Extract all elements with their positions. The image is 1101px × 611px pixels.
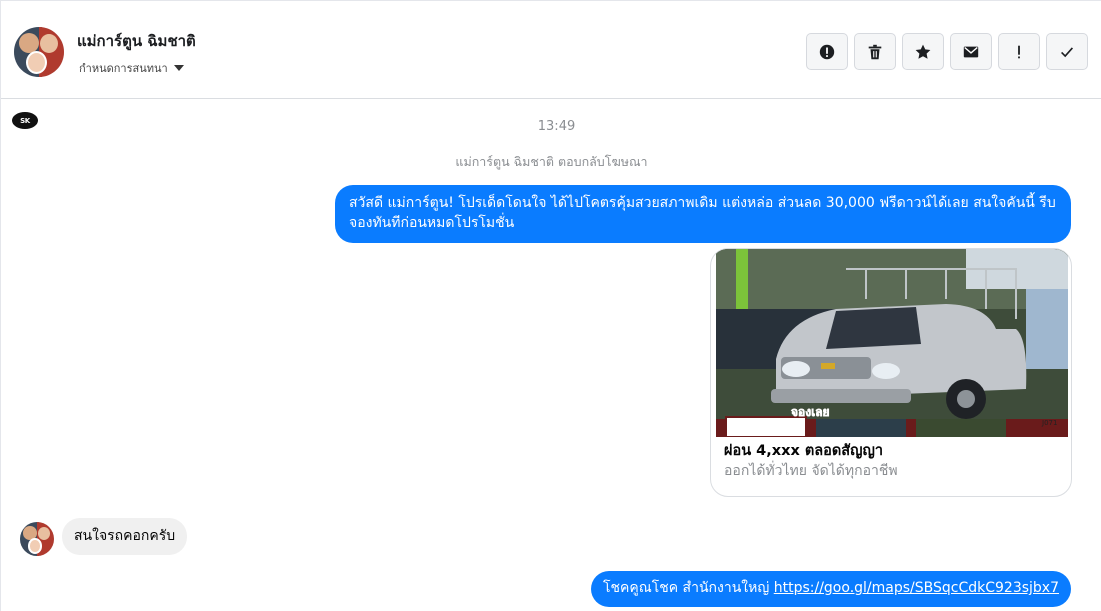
incoming-message[interactable]: สนใจรถคอกครับ [62, 518, 188, 555]
caret-down-icon [173, 65, 184, 71]
ad-card-subtitle: ออกได้ทั่วไทย จัดได้ทุกอาชีพ [724, 463, 898, 479]
message-timestamp: 13:49 [537, 119, 576, 134]
location-text: โชคคูณโชค สำนักงานใหญ่ [602, 580, 774, 596]
conversation-window: แม่การ์ตูน ฉิมชาติ กำหนดการสนทนา SK 13:4… [0, 0, 1101, 611]
ad-reply-notice: แม่การ์ตูน ฉิมชาติ ตอบกลับโฆษณา [455, 154, 648, 169]
priority-button[interactable] [998, 33, 1040, 70]
action-toolbar [806, 33, 1088, 70]
exclamation-icon [1018, 45, 1020, 58]
status-label: กำหนดการสนทนา [79, 62, 168, 75]
ad-badge: จองเลย [791, 405, 830, 419]
envelope-icon [963, 46, 979, 57]
mark-unread-button[interactable] [950, 33, 992, 70]
ad-plate-label: J071 [1041, 419, 1057, 427]
contact-avatar-small[interactable] [20, 522, 54, 556]
map-link[interactable]: https://goo.gl/maps/SBSqcCdkC923sjbx7 [774, 580, 1059, 596]
ad-card-image: จองเลย J071 [716, 249, 1068, 437]
ad-card[interactable]: จองเลย J071 ผ่อน 4,xxx ตลอดสัญญา ออกได้ท… [710, 248, 1072, 497]
outgoing-message[interactable]: สวัสดี แม่การ์ตูน! โปรเด็ดโดนใจ ได้ไปโคต… [335, 185, 1071, 243]
report-button[interactable] [806, 33, 848, 70]
exclamation-circle-icon [819, 44, 835, 59]
outgoing-message-location[interactable]: โชคคูณโชค สำนักงานใหญ่ https://goo.gl/ma… [590, 571, 1071, 607]
delete-button[interactable] [854, 33, 896, 70]
conversation-status-dropdown[interactable]: กำหนดการสนทนา [79, 59, 184, 77]
star-icon [915, 44, 931, 59]
contact-name[interactable]: แม่การ์ตูน ฉิมชาติ [77, 29, 196, 53]
star-button[interactable] [902, 33, 944, 70]
contact-avatar[interactable] [14, 27, 64, 77]
check-icon [1061, 46, 1074, 57]
trash-icon [868, 44, 882, 59]
ad-card-title: ผ่อน 4,xxx ตลอดสัญญา [724, 443, 883, 459]
conversation-header: แม่การ์ตูน ฉิมชาติ กำหนดการสนทนา [1, 1, 1101, 99]
done-button[interactable] [1046, 33, 1088, 70]
